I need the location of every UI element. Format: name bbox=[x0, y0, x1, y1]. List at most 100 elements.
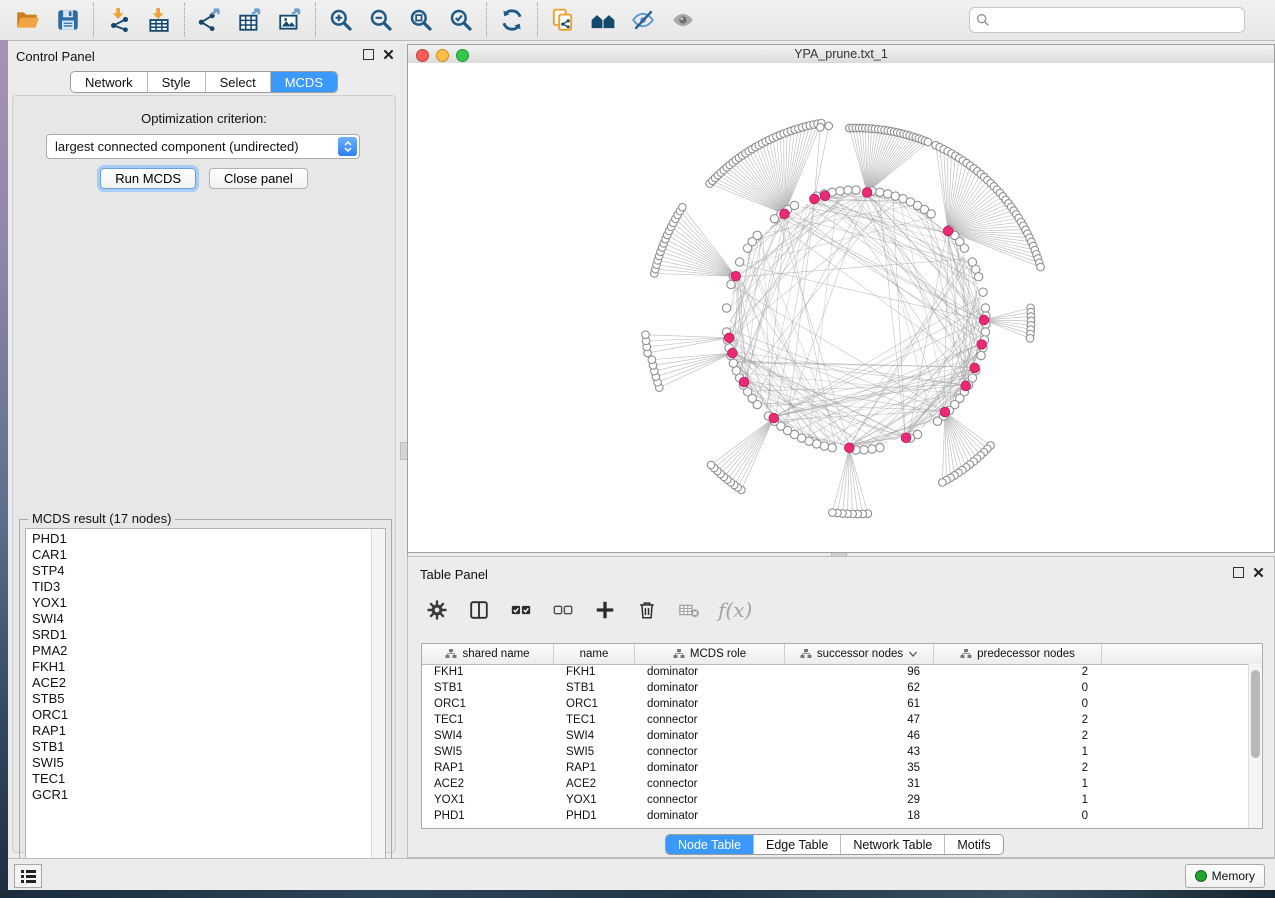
ring-node[interactable] bbox=[981, 328, 989, 336]
mcds-result-item[interactable]: RAP1 bbox=[26, 723, 371, 739]
ring-node[interactable] bbox=[979, 288, 987, 296]
mcds-hub-node[interactable] bbox=[901, 433, 911, 443]
close-panel-icon[interactable] bbox=[383, 49, 394, 60]
table-options-button[interactable] bbox=[422, 595, 452, 625]
table-tab-network-table[interactable]: Network Table bbox=[841, 835, 945, 854]
table-row[interactable]: PHD1PHD1dominator180 bbox=[422, 808, 1249, 824]
float-panel-icon[interactable] bbox=[1233, 567, 1244, 578]
mcds-hub-node[interactable] bbox=[940, 407, 950, 417]
import-network-button[interactable] bbox=[99, 3, 139, 37]
tab-style[interactable]: Style bbox=[148, 72, 206, 92]
ring-node[interactable] bbox=[722, 304, 730, 312]
show-all-button[interactable] bbox=[663, 3, 703, 37]
satellite-node[interactable] bbox=[1037, 263, 1045, 271]
export-image-button[interactable] bbox=[270, 3, 310, 37]
refresh-layout-button[interactable] bbox=[492, 3, 532, 37]
network-canvas[interactable] bbox=[408, 63, 1274, 552]
table-row[interactable]: ACE2ACE2connector311 bbox=[422, 776, 1249, 792]
ring-node[interactable] bbox=[790, 201, 798, 209]
satellite-node[interactable] bbox=[829, 509, 837, 517]
ring-node[interactable] bbox=[884, 190, 892, 198]
ring-node[interactable] bbox=[735, 258, 743, 266]
tab-network[interactable]: Network bbox=[71, 72, 148, 92]
mcds-hub-node[interactable] bbox=[769, 413, 779, 423]
satellite-node[interactable] bbox=[924, 138, 932, 146]
zoom-selected-button[interactable] bbox=[441, 3, 481, 37]
table-row[interactable]: RAP1RAP1dominator352 bbox=[422, 760, 1249, 776]
satellite-node[interactable] bbox=[939, 479, 947, 487]
criterion-dropdown[interactable]: largest connected component (undirected) bbox=[46, 134, 360, 159]
mcds-hub-node[interactable] bbox=[820, 191, 830, 201]
mcds-result-item[interactable]: YOX1 bbox=[26, 595, 371, 611]
memory-button[interactable]: Memory bbox=[1185, 864, 1265, 888]
table-row[interactable]: FKH1FKH1dominator962 bbox=[422, 664, 1249, 680]
mcds-hub-node[interactable] bbox=[724, 333, 734, 343]
delete-column-button[interactable] bbox=[632, 595, 662, 625]
ring-node[interactable] bbox=[868, 445, 876, 453]
mcds-hub-node[interactable] bbox=[970, 363, 980, 373]
mcds-hub-node[interactable] bbox=[977, 340, 987, 350]
close-panel-icon[interactable] bbox=[1253, 567, 1264, 578]
mcds-result-item[interactable]: PHD1 bbox=[26, 531, 371, 547]
mcds-hub-node[interactable] bbox=[810, 194, 820, 204]
ring-node[interactable] bbox=[960, 244, 968, 252]
first-neighbors-button[interactable] bbox=[583, 3, 623, 37]
satellite-node[interactable] bbox=[707, 461, 715, 469]
mcds-hub-node[interactable] bbox=[961, 381, 971, 391]
mcds-hub-node[interactable] bbox=[943, 226, 953, 236]
mcds-result-item[interactable]: FKH1 bbox=[26, 659, 371, 675]
mcds-result-item[interactable]: PMA2 bbox=[26, 643, 371, 659]
ring-node[interactable] bbox=[977, 351, 985, 359]
table-row[interactable]: SWI4SWI4dominator462 bbox=[422, 728, 1249, 744]
satellite-node[interactable] bbox=[816, 123, 824, 131]
table-row[interactable]: STB1STB1dominator620 bbox=[422, 680, 1249, 696]
ring-node[interactable] bbox=[974, 273, 982, 281]
tab-select[interactable]: Select bbox=[206, 72, 271, 92]
mcds-hub-node[interactable] bbox=[739, 377, 749, 387]
ring-node[interactable] bbox=[927, 210, 935, 218]
satellite-node[interactable] bbox=[825, 122, 833, 130]
show-columns-button[interactable] bbox=[464, 595, 494, 625]
mcds-result-item[interactable]: SRD1 bbox=[26, 627, 371, 643]
mcds-hub-node[interactable] bbox=[845, 443, 855, 453]
column-header-successor-nodes[interactable]: successor nodes bbox=[785, 644, 934, 664]
close-panel-button[interactable]: Close panel bbox=[209, 168, 308, 189]
column-header-predecessor-nodes[interactable]: predecessor nodes bbox=[934, 644, 1102, 664]
ring-node[interactable] bbox=[844, 186, 852, 194]
zoom-in-button[interactable] bbox=[321, 3, 361, 37]
table-tab-motifs[interactable]: Motifs bbox=[945, 835, 1002, 854]
ring-node[interactable] bbox=[820, 442, 828, 450]
ring-node[interactable] bbox=[860, 446, 868, 454]
mcds-result-item[interactable]: STB1 bbox=[26, 739, 371, 755]
column-header-MCDS-role[interactable]: MCDS role bbox=[635, 644, 785, 664]
mcds-result-item[interactable]: ACE2 bbox=[26, 675, 371, 691]
table-tab-node-table[interactable]: Node Table bbox=[666, 835, 754, 854]
mcds-result-item[interactable]: CAR1 bbox=[26, 547, 371, 563]
open-session-button[interactable] bbox=[8, 3, 48, 37]
ring-node[interactable] bbox=[981, 304, 989, 312]
mcds-hub-node[interactable] bbox=[979, 315, 989, 325]
ring-node[interactable] bbox=[828, 444, 836, 452]
table-scrollbar-thumb[interactable] bbox=[1251, 670, 1260, 758]
deselect-all-button[interactable] bbox=[548, 595, 578, 625]
mcds-result-item[interactable]: STB5 bbox=[26, 691, 371, 707]
table-tab-edge-table[interactable]: Edge Table bbox=[754, 835, 841, 854]
save-session-button[interactable] bbox=[48, 3, 88, 37]
zoom-out-button[interactable] bbox=[361, 3, 401, 37]
hide-selected-button[interactable] bbox=[623, 3, 663, 37]
search-input[interactable] bbox=[994, 12, 1238, 29]
satellite-node[interactable] bbox=[679, 203, 687, 211]
ring-node[interactable] bbox=[876, 444, 884, 452]
zoom-fit-button[interactable] bbox=[401, 3, 441, 37]
table-scrollbar[interactable] bbox=[1248, 664, 1262, 828]
mcds-hub-node[interactable] bbox=[728, 348, 738, 358]
run-mcds-button[interactable]: Run MCDS bbox=[100, 168, 196, 189]
ring-node[interactable] bbox=[852, 186, 860, 194]
import-table-button[interactable] bbox=[139, 3, 179, 37]
ring-node[interactable] bbox=[876, 188, 884, 196]
column-header-name[interactable]: name bbox=[554, 644, 635, 664]
mcds-result-item[interactable]: SWI5 bbox=[26, 755, 371, 771]
export-table-button[interactable] bbox=[230, 3, 270, 37]
table-row[interactable]: SWI5SWI5connector431 bbox=[422, 744, 1249, 760]
tab-mcds[interactable]: MCDS bbox=[271, 72, 337, 92]
